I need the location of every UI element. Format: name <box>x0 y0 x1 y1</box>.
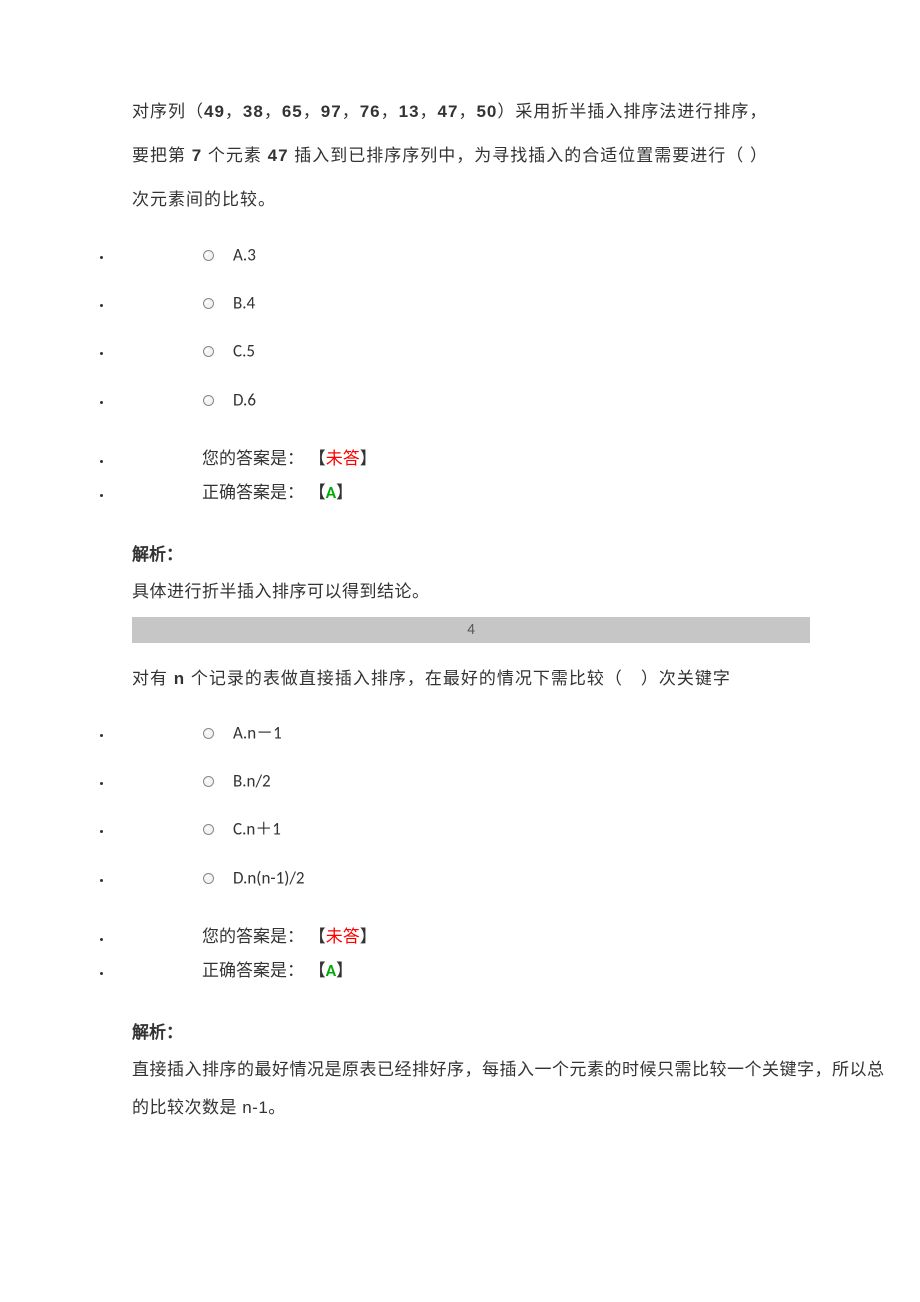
q1-line1-part-12: ， <box>420 102 438 121</box>
your-answer-value: 未答 <box>326 449 360 468</box>
q1-line1-part-2: ， <box>225 102 243 121</box>
q1-line1-part-3: 38 <box>243 102 264 121</box>
q1-line1-part-9: 76 <box>360 102 381 121</box>
correct-answer-row: 正确答案是： 【A】 <box>112 476 900 510</box>
q1-line2-part-1: 7 <box>192 146 202 165</box>
q2-line1-part-1: n <box>174 669 185 688</box>
option-label: C.n＋1 <box>233 819 281 840</box>
question-1-explanation: 解析： 具体进行折半插入排序可以得到结论。 <box>132 536 900 611</box>
q1-option-2: C.5 <box>112 327 900 375</box>
q2-line1-part-0: 对有 <box>132 669 174 688</box>
q1-line1-part-14: ， <box>458 102 476 121</box>
bracket-close: 】 <box>336 483 353 502</box>
radio-icon[interactable] <box>202 345 215 358</box>
bracket-close: 】 <box>360 449 377 468</box>
bracket-open: 【 <box>309 449 326 468</box>
bracket-close: 】 <box>336 961 353 980</box>
question-1-options: A.3 B.4 C.5 D.6 <box>20 231 900 424</box>
correct-answer-label: 正确答案是： <box>202 483 304 502</box>
radio-icon[interactable] <box>202 297 215 310</box>
option-label: B.n/2 <box>233 771 271 792</box>
q1-line1-part-8: ， <box>342 102 360 121</box>
bracket-close: 】 <box>360 927 377 946</box>
question-1-text: 对序列（49，38，65，97，76，13，47，50）采用折半插入排序法进行排… <box>132 90 900 223</box>
radio-icon[interactable] <box>202 727 215 740</box>
question-2-text: 对有 n 个记录的表做直接插入排序，在最好的情况下需比较（ ）次关键字 <box>132 657 900 701</box>
correct-answer-row: 正确答案是： 【A】 <box>112 954 900 988</box>
correct-answer-value: A <box>326 482 336 503</box>
question-2-options: A.n－1 B.n/2 C.n＋1 D.n(n-1)/2 <box>20 709 900 902</box>
question-number-divider: 4 <box>132 617 810 643</box>
question-1-answers: 您的答案是： 【未答】 正确答案是： 【A】 <box>20 442 900 510</box>
q1-option-1: B.4 <box>112 279 900 327</box>
q1-line1-part-11: 13 <box>399 102 420 121</box>
radio-icon[interactable] <box>202 775 215 788</box>
q1-line1-part-16: ）采用折半插入排序法进行排序， <box>497 102 767 121</box>
option-label: A.n－1 <box>233 723 282 744</box>
correct-answer-value: A <box>326 960 336 981</box>
q1-line1-part-7: 97 <box>321 102 342 121</box>
question-2-answers: 您的答案是： 【未答】 正确答案是： 【A】 <box>20 920 900 988</box>
radio-icon[interactable] <box>202 823 215 836</box>
bracket-open: 【 <box>309 961 326 980</box>
q1-line1-part-13: 47 <box>438 102 459 121</box>
radio-icon[interactable] <box>202 872 215 885</box>
q1-option-0: A.3 <box>112 231 900 279</box>
q1-option-3: D.6 <box>112 376 900 424</box>
option-label: B.4 <box>233 293 255 314</box>
explanation-text: 具体进行折半插入排序可以得到结论。 <box>132 573 900 610</box>
q1-line1-part-1: 49 <box>204 102 225 121</box>
q1-line2-part-0: 要把第 <box>132 146 192 165</box>
q1-line2-part-2: 个元素 <box>202 146 267 165</box>
your-answer-value: 未答 <box>326 927 360 946</box>
your-answer-label: 您的答案是： <box>202 927 304 946</box>
option-label: C.5 <box>233 341 255 362</box>
option-label: D.n(n-1)/2 <box>233 867 305 888</box>
your-answer-row: 您的答案是： 【未答】 <box>112 920 900 954</box>
q1-line2-part-4: 插入到已排序序列中，为寻找插入的合适位置需要进行（ ） <box>289 146 768 165</box>
q1-line1-part-6: ， <box>303 102 321 121</box>
question-2-explanation: 解析： 直接插入排序的最好情况是原表已经排好序，每插入一个元素的时候只需比较一个… <box>132 1014 900 1126</box>
radio-icon[interactable] <box>202 249 215 262</box>
your-answer-row: 您的答案是： 【未答】 <box>112 442 900 476</box>
q1-line1-part-4: ， <box>264 102 282 121</box>
bracket-open: 【 <box>309 927 326 946</box>
option-label: A.3 <box>233 244 256 265</box>
option-label: D.6 <box>233 389 256 410</box>
q2-option-2: C.n＋1 <box>112 805 900 853</box>
bracket-open: 【 <box>309 483 326 502</box>
explanation-text: 直接插入排序的最好情况是原表已经排好序，每插入一个元素的时候只需比较一个关键字，… <box>132 1051 900 1126</box>
q1-line1-part-15: 50 <box>476 102 497 121</box>
explanation-title: 解析： <box>132 536 900 573</box>
explanation-title: 解析： <box>132 1014 900 1051</box>
q1-line1-part-10: ， <box>381 102 399 121</box>
correct-answer-label: 正确答案是： <box>202 961 304 980</box>
question-1-line3: 次元素间的比较。 <box>132 190 276 209</box>
q2-option-3: D.n(n-1)/2 <box>112 854 900 902</box>
q2-option-0: A.n－1 <box>112 709 900 757</box>
q1-line1-part-5: 65 <box>282 102 303 121</box>
q1-line1-part-0: 对序列（ <box>132 102 204 121</box>
q2-option-1: B.n/2 <box>112 757 900 805</box>
q2-line1-part-2: 个记录的表做直接插入排序，在最好的情况下需比较（ ）次关键字 <box>185 669 731 688</box>
radio-icon[interactable] <box>202 394 215 407</box>
q1-line2-part-3: 47 <box>268 146 289 165</box>
your-answer-label: 您的答案是： <box>202 449 304 468</box>
